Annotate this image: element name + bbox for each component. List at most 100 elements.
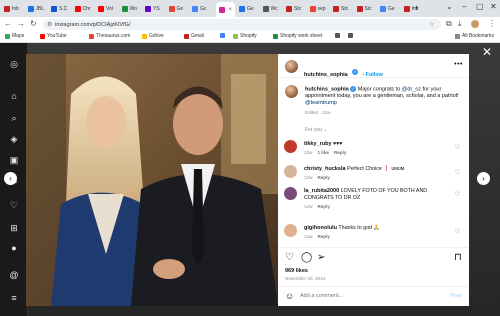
post-comment-button[interactable]: Post — [450, 293, 462, 299]
comment-meta: 12w Reply — [304, 203, 452, 210]
reply-button[interactable]: Reply — [334, 150, 347, 155]
browser-tab[interactable]: Gc — [192, 3, 206, 15]
bookmark-item[interactable]: Thesaurus.com — [89, 33, 130, 39]
next-post-icon[interactable]: › — [477, 172, 490, 185]
minimize-button[interactable]: – — [462, 2, 466, 11]
all-bookmarks[interactable]: All Bookmarks — [455, 33, 494, 39]
comment-likes[interactable]: 1 like — [317, 150, 329, 155]
home-icon[interactable]: ⌂ — [9, 91, 19, 101]
save-bookmark-icon[interactable]: ⊓ — [454, 253, 462, 263]
downloads-icon[interactable]: ⤓ — [458, 19, 462, 29]
tab-search-icon[interactable]: ⌄ — [446, 2, 453, 11]
browser-tab[interactable]: YS — [145, 3, 160, 15]
more-menu-icon[interactable]: ≡ — [9, 293, 19, 303]
caption-avatar[interactable] — [285, 85, 298, 98]
browser-tab[interactable]: Stc — [356, 3, 372, 15]
bookmark-item[interactable]: YouTube — [40, 33, 67, 39]
notifications-icon[interactable]: ♡ — [9, 200, 19, 210]
caption-username[interactable]: hutchins_sophia — [305, 86, 349, 92]
browser-tab[interactable]: sep — [309, 3, 326, 15]
profile-avatar[interactable] — [471, 20, 479, 28]
commenter-avatar[interactable] — [284, 165, 297, 178]
comment-like-icon[interactable]: ♡ — [455, 169, 460, 176]
reels-icon[interactable]: ▣ — [9, 155, 19, 165]
bookmark-item[interactable] — [335, 33, 342, 38]
browser-tab[interactable]: Vol — [98, 3, 113, 15]
bookmark-label: Shopify — [240, 33, 257, 39]
menu-icon[interactable]: ⋮ — [488, 19, 496, 28]
new-tab-button[interactable]: + — [414, 3, 419, 13]
commenter-username[interactable]: christy_hucksla — [304, 166, 346, 172]
comment-text: Perfect Choice ❗ ᴜᴍᴜᴍ — [347, 166, 405, 172]
commenter-avatar[interactable] — [284, 187, 297, 200]
comment-meta: 12w Reply — [304, 233, 452, 240]
search-icon[interactable]: ⌕ — [9, 113, 19, 123]
reply-button[interactable]: Reply — [317, 204, 330, 209]
profile-icon[interactable]: ● — [9, 243, 19, 253]
create-icon[interactable]: ⊞ — [9, 223, 19, 233]
browser-tab[interactable]: JBL — [27, 3, 44, 15]
explore-icon[interactable]: ◈ — [9, 134, 19, 144]
tab-close-icon[interactable]: × — [229, 7, 233, 13]
browser-tab[interactable]: Chr — [74, 3, 91, 15]
author-username[interactable]: hutchins_sophia — [304, 72, 348, 78]
commenter-avatar[interactable] — [284, 224, 297, 237]
commenter-avatar[interactable] — [284, 140, 297, 153]
bookmark-item[interactable] — [220, 33, 227, 38]
more-options-icon[interactable]: ••• — [454, 61, 463, 68]
close-modal-icon[interactable]: ✕ — [482, 45, 492, 59]
close-window-button[interactable]: ✕ — [490, 2, 497, 11]
like-heart-icon[interactable]: ♡ — [285, 253, 294, 263]
browser-tab[interactable]: Ge — [380, 3, 395, 15]
tab-favicon-icon — [286, 6, 292, 12]
mention-link[interactable]: @dr_oz — [402, 86, 421, 92]
comment-like-icon[interactable]: ♡ — [455, 144, 460, 151]
browser-tab[interactable]: S.C — [51, 3, 67, 15]
mention-link[interactable]: @teamtrump — [305, 100, 337, 106]
tab-label: Ge — [388, 6, 395, 12]
comment-like-icon[interactable]: ♡ — [455, 228, 460, 235]
maximize-button[interactable]: ▢ — [476, 2, 484, 11]
back-icon[interactable]: ← — [4, 19, 12, 28]
comment-body: christy_hucksla Perfect Choice ❗ ᴜᴍᴜᴍ 12w… — [304, 166, 452, 181]
browser-tab[interactable]: Ge — [239, 3, 254, 15]
commenter-username[interactable]: la_rubita2000 — [304, 188, 339, 194]
site-info-icon[interactable]: ⚙ — [47, 21, 52, 28]
bookmark-item[interactable]: Gmail — [184, 33, 204, 39]
comment-like-icon[interactable]: ♡ — [455, 191, 460, 198]
reply-button[interactable]: Reply — [317, 234, 330, 239]
browser-tab[interactable]: Stc — [333, 3, 348, 15]
commenter-username[interactable]: gigihonolulu — [304, 225, 337, 231]
forward-icon[interactable]: → — [17, 19, 25, 28]
browser-tab[interactable]: Inb — [4, 3, 19, 15]
comment-input[interactable] — [300, 293, 430, 299]
follow-button[interactable]: Follow — [366, 72, 383, 78]
share-icon[interactable]: ➢ — [317, 253, 325, 263]
bookmark-item[interactable]: Gdrive — [142, 33, 164, 39]
reload-icon[interactable]: ↻ — [30, 19, 37, 28]
likes-count[interactable]: 969 likes — [285, 268, 308, 274]
address-bar[interactable]: ⚙ instagram.com/p/DCIAjzKIVfG/ ☆ — [43, 19, 441, 30]
browser-tab[interactable]: Stc — [286, 3, 301, 15]
for-you-toggle[interactable]: For you ⌄ — [305, 127, 328, 133]
commenter-username[interactable]: tikky_ruby — [304, 141, 332, 147]
author-avatar[interactable] — [285, 60, 298, 73]
browser-tab[interactable]: Wo — [121, 3, 137, 15]
bookmark-item[interactable]: Shopify — [233, 33, 257, 39]
bookmark-star-icon[interactable]: ☆ — [429, 21, 434, 28]
threads-icon[interactable]: @ — [9, 270, 19, 280]
instagram-logo-icon[interactable]: ◎ — [9, 59, 19, 69]
extensions-icon[interactable]: ⧉ — [446, 19, 452, 29]
reply-button[interactable]: Reply — [317, 175, 330, 180]
tab-label: Stc — [364, 6, 372, 12]
bookmark-favicon-icon — [40, 33, 45, 39]
bookmark-item[interactable]: Shopify work sheet — [273, 33, 322, 39]
browser-tab[interactable]: Wc — [262, 3, 278, 15]
emoji-icon[interactable]: ☺ — [285, 291, 294, 301]
bookmark-item[interactable] — [348, 33, 355, 38]
prev-post-icon[interactable]: ‹ — [4, 172, 17, 185]
comment-icon[interactable]: ◯ — [301, 253, 312, 263]
browser-tab[interactable]: × — [215, 2, 236, 17]
browser-tab[interactable]: Ge — [168, 3, 183, 15]
bookmark-item[interactable]: Maps — [5, 33, 24, 39]
